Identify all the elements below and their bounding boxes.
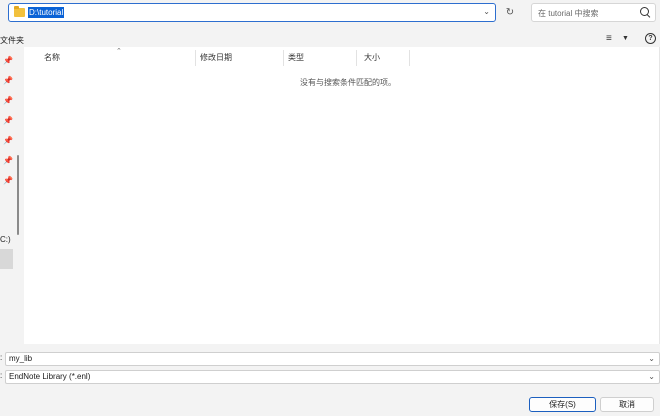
column-divider[interactable] bbox=[409, 50, 410, 66]
folder-icon bbox=[14, 6, 25, 17]
pin-icon: 📌 bbox=[3, 96, 13, 105]
refresh-icon[interactable]: ↻ bbox=[504, 7, 516, 19]
pin-icon: 📌 bbox=[3, 56, 13, 65]
filename-value[interactable]: my_lib bbox=[9, 354, 32, 363]
pin-icon: 📌 bbox=[3, 176, 13, 185]
search-input[interactable]: 在 tutorial 中搜索 bbox=[531, 3, 656, 22]
filetype-select[interactable]: EndNote Library (*.enl) ⌄ bbox=[5, 370, 660, 384]
column-header-type[interactable]: 类型 bbox=[288, 50, 304, 66]
chevron-down-icon[interactable]: ⌄ bbox=[648, 353, 655, 365]
column-header-date[interactable]: 修改日期 bbox=[200, 50, 232, 66]
sort-arrow-icon: ⌃ bbox=[116, 48, 122, 55]
save-button[interactable]: 保存(S) bbox=[529, 397, 596, 412]
search-placeholder: 在 tutorial 中搜索 bbox=[538, 9, 599, 18]
chevron-down-icon[interactable]: ▼ bbox=[622, 35, 629, 42]
file-list[interactable]: ⌃ 名称 修改日期 类型 大小 没有与搜索条件匹配的项。 bbox=[24, 47, 660, 344]
filetype-value[interactable]: EndNote Library (*.enl) bbox=[9, 372, 90, 381]
column-header-size[interactable]: 大小 bbox=[364, 50, 380, 66]
chevron-down-icon[interactable]: ⌄ bbox=[483, 7, 490, 16]
chevron-down-icon[interactable]: ⌄ bbox=[648, 371, 655, 383]
pin-icon: 📌 bbox=[3, 116, 13, 125]
nav-item-selected[interactable] bbox=[0, 249, 13, 269]
nav-item-drive-c[interactable]: C:) bbox=[0, 235, 11, 244]
search-icon[interactable] bbox=[640, 7, 649, 16]
address-path[interactable]: D:\tutorial bbox=[28, 7, 65, 18]
column-divider[interactable] bbox=[283, 50, 284, 66]
new-folder-button[interactable]: 文件夹 bbox=[0, 35, 24, 46]
navigation-pane: 📌 📌 📌 📌 📌 📌 📌 C:) bbox=[0, 50, 20, 344]
pin-icon: 📌 bbox=[3, 136, 13, 145]
filename-field[interactable]: my_lib ⌄ bbox=[5, 352, 660, 366]
view-options-icon[interactable]: ≡ bbox=[606, 33, 612, 44]
pin-icon: 📌 bbox=[3, 156, 13, 165]
filename-label: : bbox=[0, 353, 3, 362]
pin-icon: 📌 bbox=[3, 76, 13, 85]
cancel-button[interactable]: 取消 bbox=[600, 397, 654, 412]
nav-scrollbar[interactable] bbox=[17, 155, 19, 235]
filetype-label: : bbox=[0, 371, 3, 380]
column-divider[interactable] bbox=[195, 50, 196, 66]
column-divider[interactable] bbox=[356, 50, 357, 66]
empty-message: 没有与搜索条件匹配的项。 bbox=[300, 78, 396, 87]
help-icon[interactable]: ? bbox=[645, 33, 656, 44]
column-header-name[interactable]: 名称 bbox=[44, 50, 60, 66]
address-bar[interactable]: D:\tutorial ⌄ bbox=[8, 3, 496, 22]
